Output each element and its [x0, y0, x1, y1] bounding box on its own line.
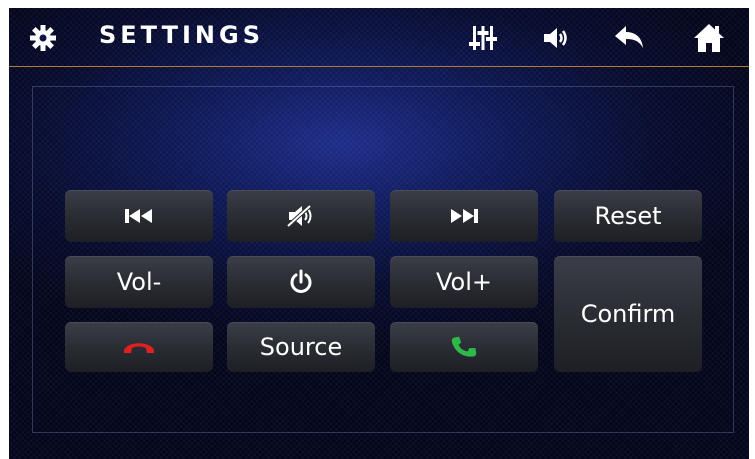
mute-button[interactable] [227, 190, 375, 242]
next-track-button[interactable] [390, 190, 538, 242]
hang-up-icon [124, 343, 154, 353]
settings-screen: SETTINGS Reset Vol- Vol+ Confirm Source [9, 8, 749, 459]
power-button[interactable] [227, 256, 375, 308]
mute-icon [286, 204, 312, 228]
call-button[interactable] [390, 322, 538, 372]
confirm-button[interactable]: Confirm [554, 256, 702, 372]
back-arrow-icon[interactable] [613, 22, 645, 54]
top-bar: SETTINGS [9, 8, 749, 67]
volume-up-button[interactable]: Vol+ [390, 256, 538, 308]
power-icon [290, 269, 312, 293]
equalizer-icon[interactable] [467, 22, 499, 54]
source-button[interactable]: Source [227, 322, 375, 372]
skip-next-icon [451, 209, 478, 223]
volume-icon[interactable] [541, 22, 573, 54]
previous-track-button[interactable] [65, 190, 213, 242]
volume-down-button[interactable]: Vol- [65, 256, 213, 308]
hang-up-button[interactable] [65, 322, 213, 372]
gear-icon[interactable] [27, 22, 59, 54]
phone-call-icon [451, 336, 477, 357]
home-icon[interactable] [693, 22, 725, 54]
reset-button[interactable]: Reset [554, 190, 702, 242]
page-title: SETTINGS [99, 21, 264, 49]
skip-previous-icon [125, 209, 152, 223]
